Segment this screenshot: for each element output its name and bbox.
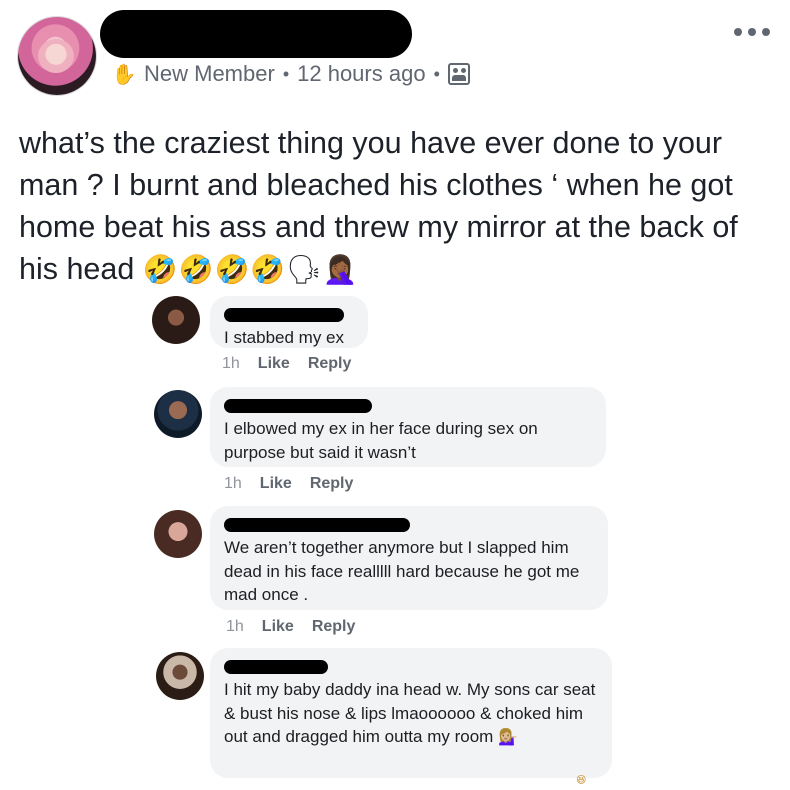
commenter-avatar[interactable] bbox=[152, 296, 200, 344]
comment-actions: 1h Like Reply bbox=[224, 475, 353, 493]
reply-button[interactable]: Reply bbox=[312, 618, 356, 636]
member-badge[interactable]: New Member bbox=[144, 61, 275, 87]
comment-actions: 1h Like Reply bbox=[226, 618, 355, 636]
comment-time: 1h bbox=[222, 355, 240, 372]
commenter-avatar[interactable] bbox=[154, 390, 202, 438]
reply-button[interactable]: Reply bbox=[308, 355, 352, 373]
wave-icon: ✋ bbox=[111, 63, 137, 86]
commenter-avatar[interactable] bbox=[156, 652, 204, 700]
redacted-commenter-name bbox=[224, 399, 372, 413]
comment-text: I elbowed my ex in her face during sex o… bbox=[224, 419, 538, 462]
group-icon bbox=[447, 63, 470, 85]
redacted-commenter-name bbox=[224, 660, 328, 674]
commenter-avatar[interactable] bbox=[154, 510, 202, 558]
meta-separator-2: • bbox=[433, 63, 440, 84]
post-body: what’s the craziest thing you have ever … bbox=[19, 122, 779, 291]
comment-text: I hit my baby daddy ina head w. My sons … bbox=[224, 678, 598, 749]
like-button[interactable]: Like bbox=[258, 355, 290, 373]
comment-actions: 1h Like Reply bbox=[222, 355, 351, 373]
comment-bubble: I elbowed my ex in her face during sex o… bbox=[210, 387, 606, 467]
post-timestamp[interactable]: 12 hours ago bbox=[297, 61, 425, 87]
comment-bubble: We aren’t together anymore but I slapped… bbox=[210, 506, 608, 610]
comment-time: 1h bbox=[224, 475, 242, 492]
reply-button[interactable]: Reply bbox=[310, 475, 354, 493]
redacted-commenter-name bbox=[224, 518, 410, 532]
comment-bubble: I hit my baby daddy ina head w. My sons … bbox=[210, 648, 612, 778]
reaction-icon[interactable]: 😆 bbox=[576, 775, 586, 786]
post-emoji: 🤣🤣🤣🤣🗣🤦🏾‍♀️ bbox=[142, 253, 359, 286]
post-text: what’s the craziest thing you have ever … bbox=[19, 126, 738, 286]
post-meta: ✋ New Member • 12 hours ago • bbox=[112, 58, 470, 90]
redacted-author-name bbox=[100, 10, 412, 58]
comment-time: 1h bbox=[226, 618, 244, 635]
comment-text-body: I hit my baby daddy ina head w. My sons … bbox=[224, 680, 596, 746]
meta-separator: • bbox=[282, 63, 290, 84]
comment-text: I stabbed my ex bbox=[224, 328, 345, 347]
post-author-avatar[interactable] bbox=[18, 17, 96, 95]
like-button[interactable]: Like bbox=[262, 618, 294, 636]
redacted-commenter-name bbox=[224, 308, 344, 322]
comment-bubble: I stabbed my ex bbox=[210, 296, 368, 348]
comment-text: We aren’t together anymore but I slapped… bbox=[224, 538, 580, 604]
comment-emoji: 💁🏼‍♀️ bbox=[498, 727, 518, 746]
like-button[interactable]: Like bbox=[260, 475, 292, 493]
more-options-icon[interactable] bbox=[734, 25, 770, 39]
